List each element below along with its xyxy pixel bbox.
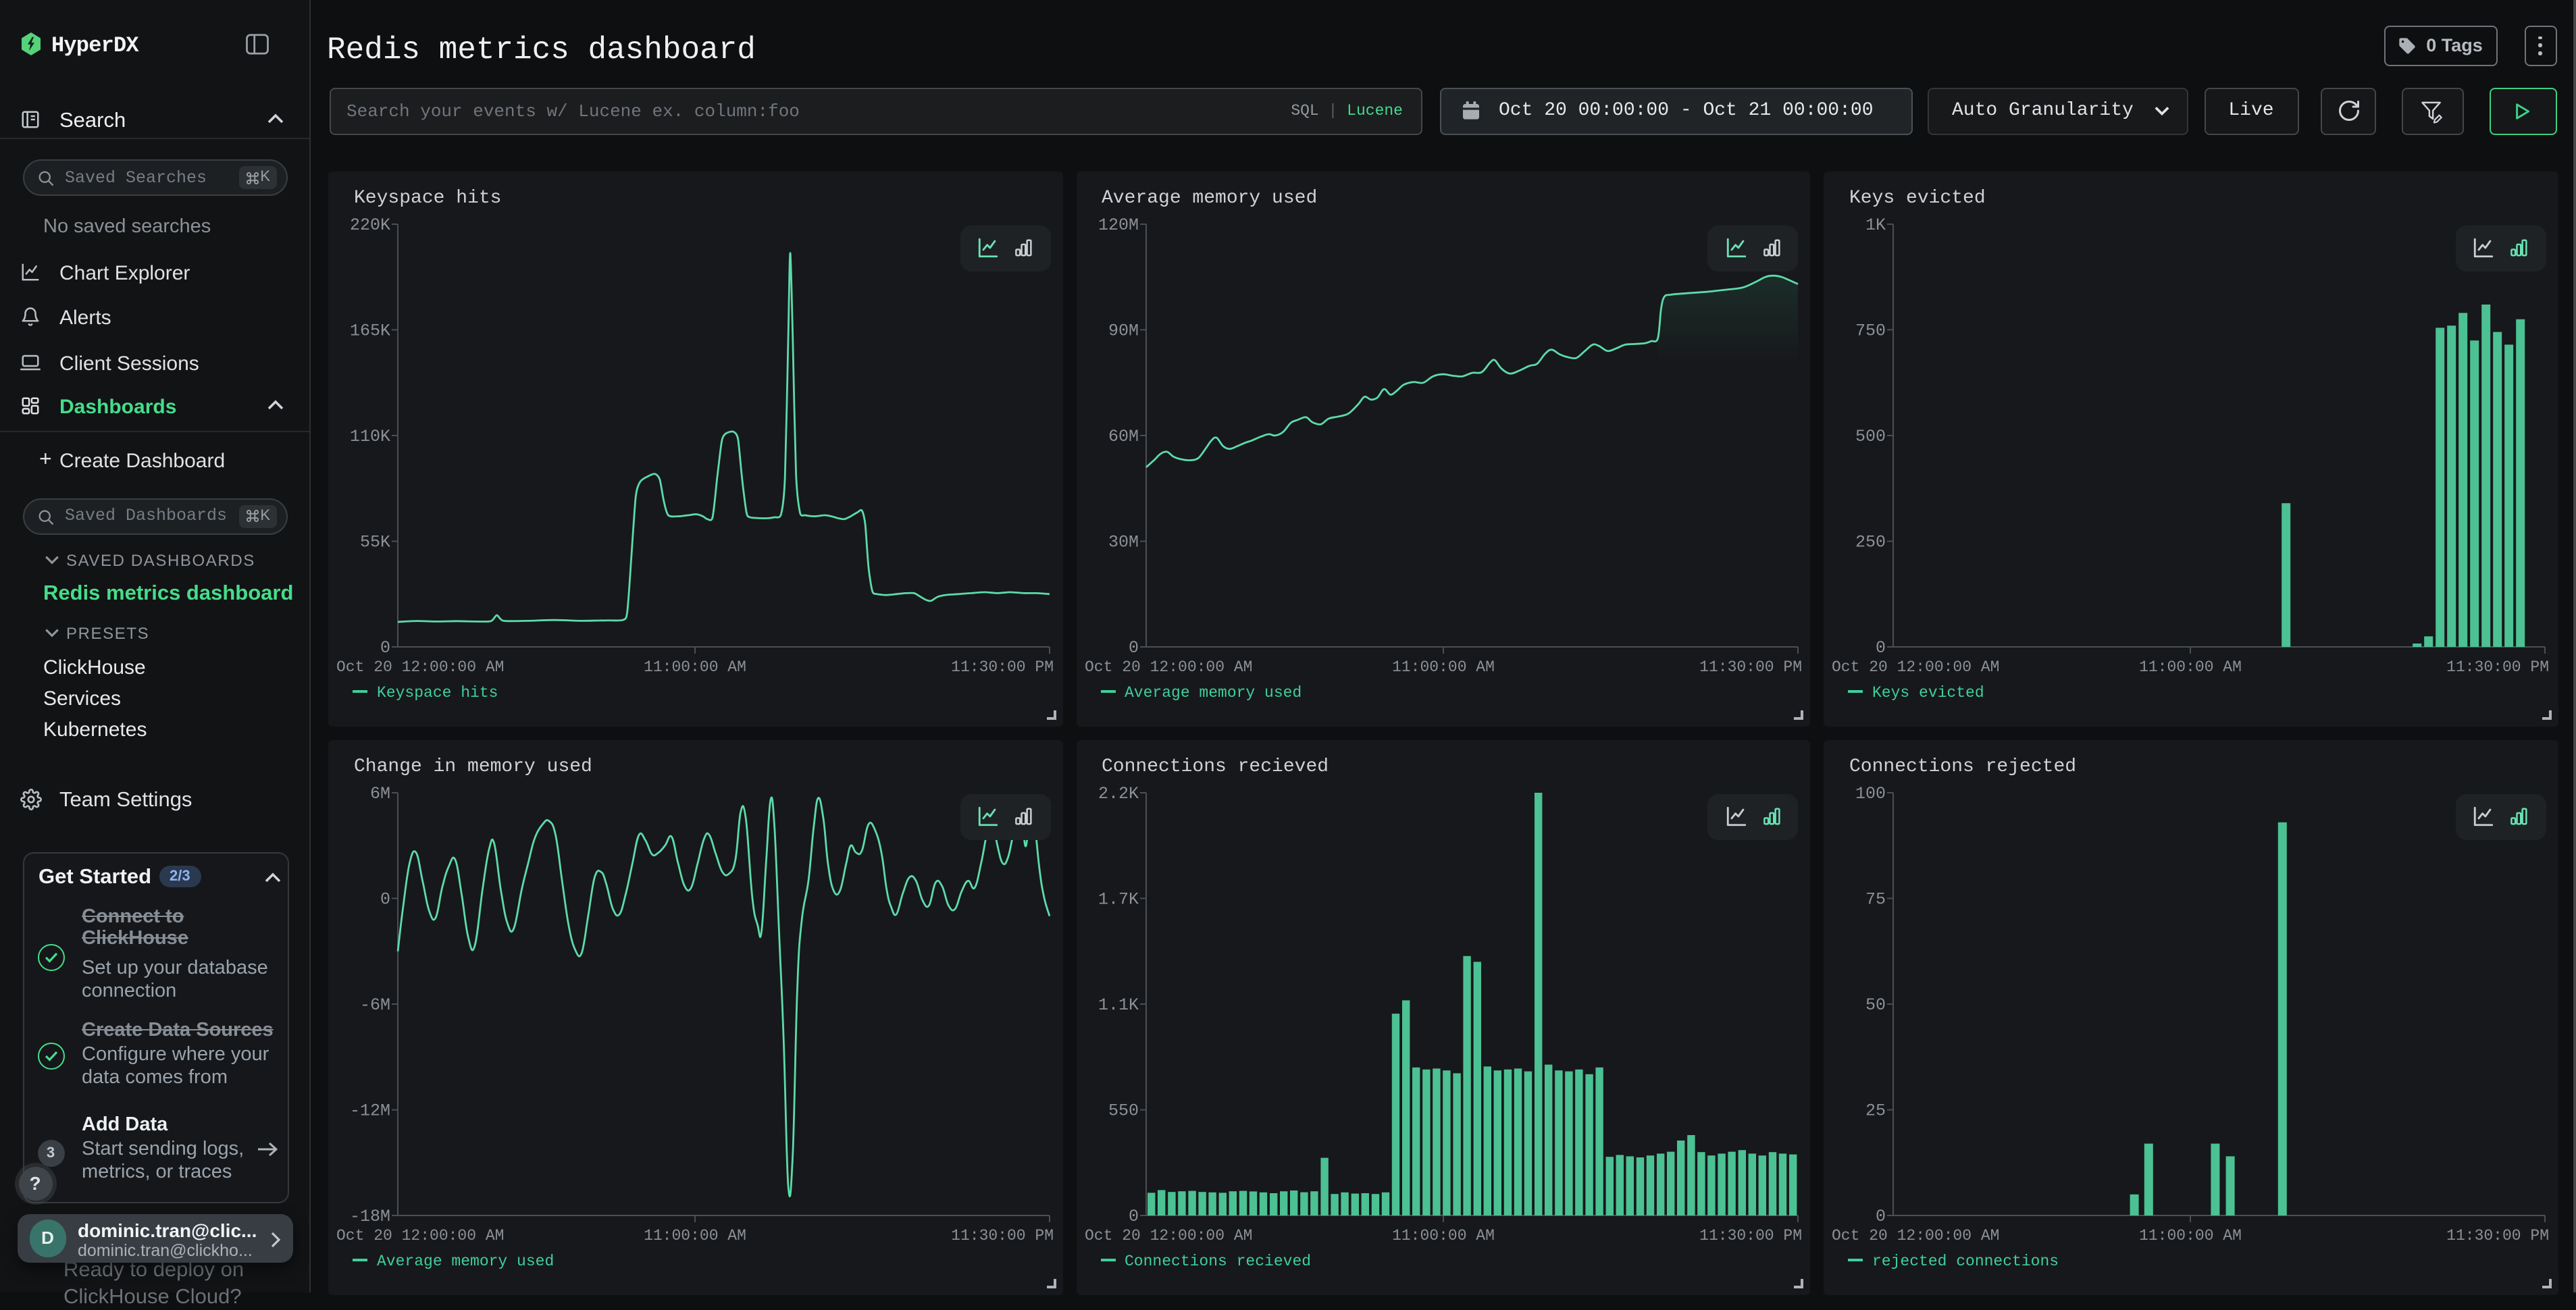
svg-text:Oct 20 12:00:00 AM: Oct 20 12:00:00 AM — [336, 1226, 504, 1244]
svg-text:100: 100 — [1855, 783, 1886, 803]
svg-text:500: 500 — [1855, 426, 1886, 446]
svg-text:6M: 6M — [370, 783, 390, 803]
svg-text:-12M: -12M — [350, 1101, 390, 1120]
svg-text:11:30:00 PM: 11:30:00 PM — [1699, 658, 1801, 675]
svg-text:550: 550 — [1108, 1101, 1138, 1120]
svg-text:-6M: -6M — [360, 995, 390, 1014]
svg-text:2.2K: 2.2K — [1098, 783, 1138, 803]
svg-text:220K: 220K — [350, 215, 390, 234]
svg-text:120M: 120M — [1098, 215, 1138, 234]
svg-text:0: 0 — [380, 637, 390, 657]
svg-text:1.7K: 1.7K — [1098, 889, 1138, 908]
svg-text:Oct 20 12:00:00 AM: Oct 20 12:00:00 AM — [1084, 658, 1252, 675]
svg-text:0: 0 — [380, 889, 390, 908]
svg-text:75: 75 — [1865, 889, 1886, 908]
svg-text:1K: 1K — [1865, 215, 1886, 234]
svg-text:750: 750 — [1855, 320, 1886, 340]
svg-text:Oct 20 12:00:00 AM: Oct 20 12:00:00 AM — [1084, 1226, 1252, 1244]
svg-text:11:00:00 AM: 11:00:00 AM — [644, 658, 746, 675]
svg-text:25: 25 — [1865, 1101, 1886, 1120]
svg-text:Oct 20 12:00:00 AM: Oct 20 12:00:00 AM — [336, 658, 504, 675]
svg-text:110K: 110K — [350, 426, 390, 446]
svg-text:90M: 90M — [1108, 320, 1138, 340]
svg-text:250: 250 — [1855, 532, 1886, 552]
svg-text:11:30:00 PM: 11:30:00 PM — [2446, 1226, 2549, 1244]
svg-text:11:30:00 PM: 11:30:00 PM — [2446, 658, 2549, 675]
svg-text:1.1K: 1.1K — [1098, 995, 1138, 1014]
svg-text:0: 0 — [1128, 637, 1138, 657]
svg-text:55K: 55K — [360, 532, 390, 552]
svg-text:11:00:00 AM: 11:00:00 AM — [1391, 658, 1494, 675]
svg-text:Oct 20 12:00:00 AM: Oct 20 12:00:00 AM — [1832, 1226, 1999, 1244]
svg-text:11:00:00 AM: 11:00:00 AM — [644, 1226, 746, 1244]
svg-text:60M: 60M — [1108, 426, 1138, 446]
svg-text:11:30:00 PM: 11:30:00 PM — [951, 1226, 1054, 1244]
svg-text:-18M: -18M — [350, 1206, 390, 1226]
svg-text:0: 0 — [1876, 637, 1886, 657]
svg-text:11:30:00 PM: 11:30:00 PM — [1699, 1226, 1801, 1244]
svg-text:11:30:00 PM: 11:30:00 PM — [951, 658, 1054, 675]
svg-text:30M: 30M — [1108, 532, 1138, 552]
svg-text:Oct 20 12:00:00 AM: Oct 20 12:00:00 AM — [1832, 658, 1999, 675]
svg-text:50: 50 — [1865, 995, 1886, 1014]
svg-text:165K: 165K — [350, 320, 390, 340]
svg-text:11:00:00 AM: 11:00:00 AM — [1391, 1226, 1494, 1244]
svg-text:0: 0 — [1128, 1206, 1138, 1226]
svg-text:11:00:00 AM: 11:00:00 AM — [2139, 658, 2242, 675]
svg-text:11:00:00 AM: 11:00:00 AM — [2139, 1226, 2242, 1244]
svg-text:0: 0 — [1876, 1206, 1886, 1226]
